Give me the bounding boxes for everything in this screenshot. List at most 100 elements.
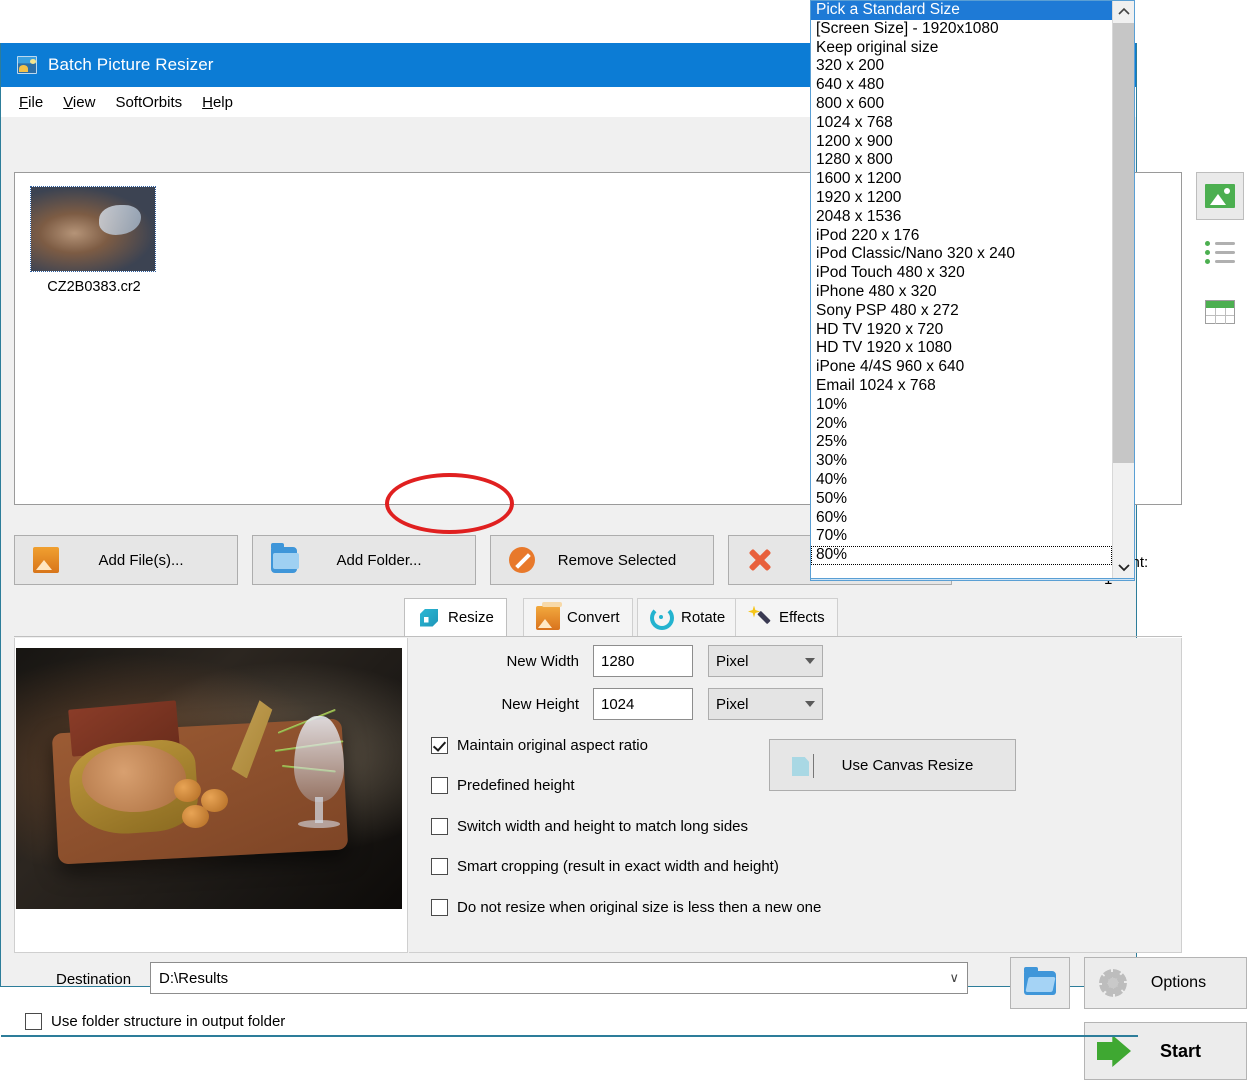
start-button[interactable]: Start xyxy=(1084,1022,1247,1080)
add-folder-icon xyxy=(271,547,297,573)
menu-file[interactable]: File xyxy=(9,91,53,114)
menu-softorbits[interactable]: SoftOrbits xyxy=(105,91,192,114)
checkbox-maintain-aspect-ratio[interactable]: Maintain original aspect ratio xyxy=(431,737,648,754)
checkbox-label: Maintain original aspect ratio xyxy=(457,737,648,754)
scrollbar-thumb[interactable] xyxy=(1113,23,1135,463)
dropdown-option[interactable]: 25% xyxy=(811,433,1112,452)
checkbox-smart-cropping[interactable]: Smart cropping (result in exact width an… xyxy=(431,858,779,875)
dropdown-option[interactable]: iPod 220 x 176 xyxy=(811,227,1112,246)
list-view-button[interactable] xyxy=(1196,230,1244,278)
dropdown-option[interactable]: 60% xyxy=(811,509,1112,528)
dropdown-option[interactable]: iPhone 480 x 320 xyxy=(811,283,1112,302)
dropdown-option[interactable]: Email 1024 x 768 xyxy=(811,377,1112,396)
dropdown-option[interactable]: 1024 x 768 xyxy=(811,114,1112,133)
dropdown-scrollbar[interactable] xyxy=(1112,1,1134,578)
tab-rotate[interactable]: Rotate xyxy=(637,598,738,636)
tab-resize[interactable]: Resize xyxy=(404,598,507,636)
new-width-input[interactable]: 1280 xyxy=(593,645,693,677)
list-item[interactable]: CZ2B0383.cr2 xyxy=(31,187,157,311)
checkbox-box[interactable] xyxy=(431,737,448,754)
checkbox-switch-width-height[interactable]: Switch width and height to match long si… xyxy=(431,818,748,835)
checkbox-box[interactable] xyxy=(431,818,448,835)
dropdown-option[interactable]: 80% xyxy=(811,546,1112,565)
checkbox-predefined-height[interactable]: Predefined height xyxy=(431,777,575,794)
window-title: Batch Picture Resizer xyxy=(48,55,214,75)
green-arrow-icon xyxy=(1097,1035,1131,1067)
rotate-icon xyxy=(650,606,674,630)
dropdown-option[interactable]: iPod Touch 480 x 320 xyxy=(811,264,1112,283)
checkbox-label: Predefined height xyxy=(457,777,575,794)
remove-selected-label: Remove Selected xyxy=(535,552,713,569)
menu-softorbits-label: SoftOrbits xyxy=(115,94,182,111)
checkbox-do-not-resize-smaller[interactable]: Do not resize when original size is less… xyxy=(431,899,821,916)
checkbox-box[interactable] xyxy=(25,1013,42,1030)
checkbox-box[interactable] xyxy=(431,899,448,916)
add-folder-button[interactable]: Add Folder... xyxy=(252,535,476,585)
dropdown-option[interactable]: HD TV 1920 x 720 xyxy=(811,321,1112,340)
tab-convert-label: Convert xyxy=(567,609,620,626)
height-unit-select[interactable]: Pixel xyxy=(708,688,823,720)
dropdown-option[interactable]: 1200 x 900 xyxy=(811,133,1112,152)
dropdown-option[interactable]: 70% xyxy=(811,527,1112,546)
use-canvas-resize-button[interactable]: Use Canvas Resize xyxy=(769,739,1016,791)
resize-options-panel: New Width 1280 Pixel New Height 1024 Pix… xyxy=(409,638,1182,953)
dropdown-option[interactable]: 1600 x 1200 xyxy=(811,170,1112,189)
dropdown-option[interactable]: 2048 x 1536 xyxy=(811,208,1112,227)
scroll-up-arrow-icon[interactable] xyxy=(1113,1,1135,23)
resize-icon xyxy=(417,606,441,630)
preview-decor-potato-1 xyxy=(174,779,201,802)
chevron-down-icon[interactable]: ∨ xyxy=(949,970,959,986)
menu-help[interactable]: Help xyxy=(192,91,243,114)
dropdown-option[interactable]: 1280 x 800 xyxy=(811,151,1112,170)
dropdown-option[interactable]: 40% xyxy=(811,471,1112,490)
thumbnail-view-button[interactable] xyxy=(1196,172,1244,220)
checkbox-box[interactable] xyxy=(431,858,448,875)
width-unit-select[interactable]: Pixel xyxy=(708,645,823,677)
browse-destination-button[interactable] xyxy=(1010,957,1070,1009)
destination-label: Destination xyxy=(56,971,131,988)
thumbnail-view-icon xyxy=(1205,184,1235,208)
new-height-label: New Height xyxy=(409,696,579,713)
tab-effects[interactable]: Effects xyxy=(735,598,838,636)
dropdown-option[interactable]: Sony PSP 480 x 272 xyxy=(811,302,1112,321)
tab-effects-label: Effects xyxy=(779,609,825,626)
chevron-down-icon xyxy=(805,658,815,664)
scroll-down-arrow-icon[interactable] xyxy=(1113,556,1135,578)
gear-icon xyxy=(1099,969,1127,997)
options-button[interactable]: Options xyxy=(1084,957,1247,1009)
dropdown-option[interactable]: 800 x 600 xyxy=(811,95,1112,114)
standard-size-dropdown-list[interactable]: Pick a Standard Size[Screen Size] - 1920… xyxy=(810,0,1135,579)
add-files-button[interactable]: Add File(s)... xyxy=(14,535,238,585)
remove-selected-button[interactable]: Remove Selected xyxy=(490,535,714,585)
open-folder-icon xyxy=(1024,971,1056,995)
dropdown-option[interactable]: 320 x 200 xyxy=(811,57,1112,76)
new-height-input[interactable]: 1024 xyxy=(593,688,693,720)
dropdown-option[interactable]: 30% xyxy=(811,452,1112,471)
destination-input[interactable]: D:\Results ∨ xyxy=(150,962,968,994)
canvas-resize-icon xyxy=(790,750,820,780)
dropdown-option[interactable]: iPod Classic/Nano 320 x 240 xyxy=(811,245,1112,264)
tab-resize-label: Resize xyxy=(448,609,494,626)
dropdown-option[interactable]: 1920 x 1200 xyxy=(811,189,1112,208)
dropdown-option[interactable]: HD TV 1920 x 1080 xyxy=(811,339,1112,358)
dropdown-option[interactable]: 20% xyxy=(811,415,1112,434)
operation-tabs: Resize Convert Rotate Effects xyxy=(14,598,1182,637)
preview-image xyxy=(16,648,402,909)
checkbox-box[interactable] xyxy=(431,777,448,794)
file-thumbnail xyxy=(31,187,155,271)
preview-panel xyxy=(14,638,408,953)
tab-convert[interactable]: Convert xyxy=(523,598,633,636)
dropdown-option[interactable]: 10% xyxy=(811,396,1112,415)
dropdown-option[interactable]: 50% xyxy=(811,490,1112,509)
dropdown-option[interactable]: 640 x 480 xyxy=(811,76,1112,95)
checkbox-use-folder-structure[interactable]: Use folder structure in output folder xyxy=(25,1013,285,1030)
preview-decor-glass-stem xyxy=(315,797,323,823)
dropdown-option[interactable]: [Screen Size] - 1920x1080 xyxy=(811,20,1112,39)
dropdown-option[interactable]: Pick a Standard Size xyxy=(811,1,1112,20)
menu-view[interactable]: View xyxy=(53,91,105,114)
dropdown-options[interactable]: Pick a Standard Size[Screen Size] - 1920… xyxy=(811,1,1112,578)
details-view-button[interactable] xyxy=(1196,288,1244,336)
dropdown-option[interactable]: Keep original size xyxy=(811,39,1112,58)
dropdown-option[interactable]: iPone 4/4S 960 x 640 xyxy=(811,358,1112,377)
start-label: Start xyxy=(1131,1041,1246,1062)
